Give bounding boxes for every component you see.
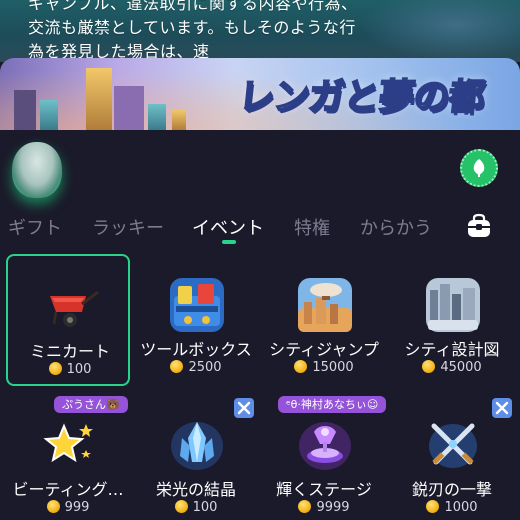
- gift-card-shining-stage[interactable]: 輝くステージ 9999: [262, 394, 386, 520]
- voice-button[interactable]: [460, 149, 498, 187]
- gift-name: ビーティング…: [12, 480, 124, 499]
- banner-building: [14, 90, 36, 130]
- event-banner[interactable]: レンガと夢の都: [0, 58, 520, 130]
- toolbox-icon: [168, 276, 226, 334]
- gift-card-beating[interactable]: ビーティング… 999: [6, 394, 130, 520]
- gift-name: ミニカート: [29, 342, 110, 361]
- stage-icon: [296, 416, 354, 474]
- gift-price: 100: [134, 500, 258, 515]
- gift-price: 15000: [262, 360, 386, 375]
- price-value: 45000: [440, 360, 482, 375]
- gift-price: 2500: [134, 360, 258, 375]
- gift-name: シティ設計図: [404, 340, 500, 359]
- coin-icon: [48, 362, 62, 375]
- coin-icon: [294, 360, 308, 373]
- gift-card-sharp-blade[interactable]: 鋭刃の一撃 1000: [390, 394, 514, 520]
- coin-icon: [298, 500, 312, 513]
- gift-price: 1000: [390, 500, 514, 515]
- gift-price: 999: [6, 500, 130, 515]
- gift-card-mini-cart[interactable]: ミニカート 100: [6, 254, 130, 386]
- backpack-icon: [468, 213, 490, 237]
- gift-category-tabs: ギフト ラッキー イベント 特権 からかう: [0, 208, 520, 248]
- banner-building: [114, 86, 144, 130]
- gift-card-city-jump[interactable]: シティジャンプ 15000: [262, 254, 386, 386]
- tab-lucky[interactable]: ラッキー: [92, 214, 164, 240]
- coin-icon: [422, 360, 436, 373]
- gift-panel: レンガと夢の都 ギフト ラッキー イベント 特権 からかう ミニカート 100 …: [0, 58, 520, 520]
- recipient-avatar[interactable]: [12, 142, 62, 198]
- chat-system-message: ギャンブル、違法取引に関する内容や行為、交流も厳禁としています。もしそのような行…: [28, 0, 358, 61]
- banner-building: [40, 100, 58, 130]
- wheelbarrow-icon: [42, 278, 100, 336]
- coin-icon: [46, 500, 60, 513]
- banner-title: レンガと夢の都: [236, 76, 487, 119]
- price-value: 100: [192, 500, 218, 515]
- gift-name: 輝くステージ: [276, 480, 372, 499]
- tab-gift[interactable]: ギフト: [8, 214, 62, 240]
- tab-privilege[interactable]: 特権: [294, 214, 330, 240]
- gift-price: 9999: [262, 500, 386, 515]
- gift-price: 100: [8, 362, 132, 377]
- price-value: 100: [66, 362, 92, 377]
- city-blueprint-icon: [424, 276, 482, 334]
- coin-icon: [170, 360, 184, 373]
- backpack-button[interactable]: [464, 211, 494, 241]
- airship-city-icon: [296, 276, 354, 334]
- banner-building: [172, 110, 186, 130]
- gift-card-city-blueprint[interactable]: シティ設計図 45000: [390, 254, 514, 386]
- gift-card-glory-crystal[interactable]: 栄光の結晶 100: [134, 394, 258, 520]
- gift-card-toolbox[interactable]: ツールボックス 2500: [134, 254, 258, 386]
- price-value: 999: [64, 500, 90, 515]
- gift-name: 栄光の結晶: [155, 480, 236, 499]
- gift-name: 鋭刃の一撃: [411, 480, 492, 499]
- tab-event[interactable]: イベント: [192, 214, 264, 240]
- crystal-icon: [168, 416, 226, 474]
- coin-icon: [174, 500, 188, 513]
- banner-tower: [86, 68, 112, 130]
- stars-icon: [40, 416, 98, 474]
- crossed-swords-icon: [424, 416, 482, 474]
- price-value: 9999: [316, 500, 350, 515]
- price-value: 15000: [312, 360, 354, 375]
- microphone-icon: [473, 159, 485, 177]
- tab-tease[interactable]: からかう: [360, 214, 432, 240]
- backdrop-glow: [360, 0, 520, 62]
- coin-icon: [426, 500, 440, 513]
- price-value: 2500: [188, 360, 222, 375]
- active-tab-indicator: [222, 240, 236, 244]
- price-value: 1000: [444, 500, 478, 515]
- gift-name: シティジャンプ: [269, 340, 379, 359]
- gift-price: 45000: [390, 360, 514, 375]
- gift-name: ツールボックス: [140, 340, 252, 359]
- chat-background: ギャンブル、違法取引に関する内容や行為、交流も厳禁としています。もしそのような行…: [0, 0, 520, 62]
- banner-building: [148, 104, 166, 130]
